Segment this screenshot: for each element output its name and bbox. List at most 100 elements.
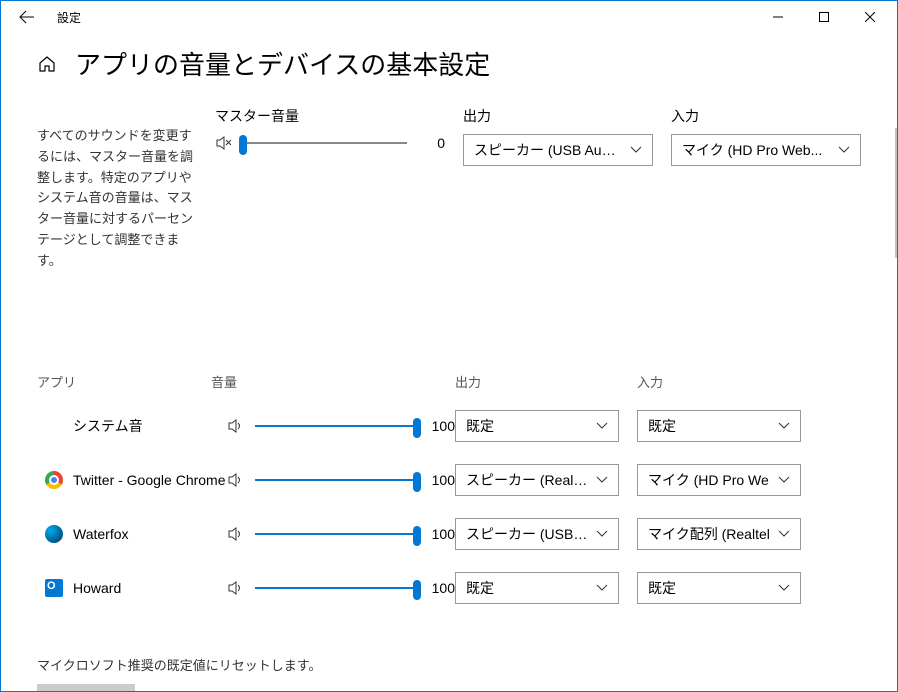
app-output-dropdown[interactable]: スピーカー (USB Auc [455,518,619,550]
app-volume-slider[interactable] [255,425,417,427]
app-row: Twitter - Google Chrome 100 スピーカー (Realtek… [37,453,861,507]
app-input-cell: マイク (HD Pro We [637,464,801,496]
slider-thumb[interactable] [239,135,247,155]
chevron-down-icon [596,476,608,484]
speaker-muted-icon [215,134,233,152]
chevron-down-icon [778,584,790,592]
app-volume-slider[interactable] [255,533,417,535]
app-input-value: マイク (HD Pro We [648,470,770,490]
app-mute-button[interactable] [227,417,245,435]
slider-fill [255,587,417,589]
master-output-label: 出力 [463,106,653,126]
app-volume-value: 100 [427,580,455,596]
app-output-cell: スピーカー (USB Auc [455,518,637,550]
app-input-dropdown[interactable]: マイク (HD Pro We [637,464,801,496]
speaker-icon [227,471,245,489]
master-volume-slider[interactable] [243,142,407,144]
app-name: システム音 [73,416,143,436]
window-title: 設定 [57,9,81,26]
slider-fill [255,533,417,535]
master-mute-button[interactable] [215,134,233,152]
app-input-value: 既定 [648,416,770,436]
slider-thumb[interactable] [413,472,421,492]
app-mute-button[interactable] [227,579,245,597]
app-volume-cell: 100 [227,417,455,435]
app-icon-waterfox [45,525,63,543]
chevron-down-icon [778,476,790,484]
master-input-label: 入力 [671,106,861,126]
chevron-down-icon [838,146,850,154]
back-button[interactable] [13,3,41,31]
reset-button[interactable]: リセット [37,684,135,691]
chevron-down-icon [596,530,608,538]
master-volume-block: マスター音量 0 [215,106,445,272]
slider-thumb[interactable] [413,418,421,438]
close-button[interactable] [847,1,893,33]
app-input-dropdown[interactable]: 既定 [637,572,801,604]
app-icon-chrome [45,471,63,489]
app-mute-button[interactable] [227,471,245,489]
app-output-dropdown[interactable]: 既定 [455,410,619,442]
app-name-cell: Twitter - Google Chrome [37,471,227,489]
app-mute-button[interactable] [227,525,245,543]
home-button[interactable] [37,54,57,74]
master-volume-label: マスター音量 [215,106,445,126]
speaker-icon [227,417,245,435]
apps-header-output: 出力 [455,372,637,391]
content-area: アプリの音量とデバイスの基本設定 すべてのサウンドを変更するには、マスター音量を… [1,33,897,691]
app-input-value: マイク配列 (Realtel [648,524,770,544]
home-icon [38,55,56,73]
master-input-dropdown[interactable]: マイク (HD Pro Web... [671,134,861,166]
app-name-cell: システム音 [37,416,227,436]
chevron-down-icon [596,584,608,592]
app-name: Howard [73,580,121,596]
app-input-value: 既定 [648,578,770,598]
app-volume-value: 100 [427,472,455,488]
app-row: システム音 100 既定 既定 [37,399,861,453]
app-icon-outlook [45,579,63,597]
app-output-cell: 既定 [455,410,637,442]
master-output-block: 出力 スピーカー (USB Audi... [463,106,653,272]
minimize-icon [773,12,783,22]
master-volume-slider-row: 0 [215,134,445,152]
app-volume-slider[interactable] [255,587,417,589]
master-volume-value: 0 [417,135,445,151]
app-output-dropdown[interactable]: スピーカー (Realtek H [455,464,619,496]
app-input-dropdown[interactable]: 既定 [637,410,801,442]
maximize-button[interactable] [801,1,847,33]
slider-fill [255,425,417,427]
app-icon-placeholder [45,417,63,435]
speaker-icon [227,525,245,543]
apps-section: アプリ 音量 出力 入力 システム音100既定既定Twitter - Googl… [37,372,861,615]
app-name-cell: Waterfox [37,525,227,543]
apps-header-input: 入力 [637,372,663,391]
app-output-dropdown[interactable]: 既定 [455,572,619,604]
app-output-value: スピーカー (Realtek H [466,470,588,490]
chevron-down-icon [778,530,790,538]
app-volume-value: 100 [427,418,455,434]
master-input-block: 入力 マイク (HD Pro Web... [671,106,861,272]
app-output-value: 既定 [466,578,588,598]
master-output-dropdown[interactable]: スピーカー (USB Audi... [463,134,653,166]
app-input-cell: 既定 [637,572,801,604]
slider-thumb[interactable] [413,526,421,546]
master-output-value: スピーカー (USB Audi... [474,140,622,160]
apps-header-volume: 音量 [211,372,455,391]
app-output-value: 既定 [466,416,588,436]
chevron-down-icon [778,422,790,430]
back-arrow-icon [19,9,35,25]
app-output-value: スピーカー (USB Auc [466,524,588,544]
reset-section: マイクロソフト推奨の既定値にリセットします。 リセット [37,655,861,691]
scrollbar-thumb[interactable] [895,128,897,258]
page-header: アプリの音量とデバイスの基本設定 [37,45,861,82]
app-volume-slider[interactable] [255,479,417,481]
maximize-icon [819,12,829,22]
master-section: すべてのサウンドを変更するには、マスター音量を調整します。特定のアプリやシステム… [37,106,861,272]
slider-thumb[interactable] [413,580,421,600]
speaker-icon [227,579,245,597]
app-volume-cell: 100 [227,579,455,597]
app-input-dropdown[interactable]: マイク配列 (Realtel [637,518,801,550]
apps-header-row: アプリ 音量 出力 入力 [37,372,861,391]
minimize-button[interactable] [755,1,801,33]
app-volume-cell: 100 [227,525,455,543]
